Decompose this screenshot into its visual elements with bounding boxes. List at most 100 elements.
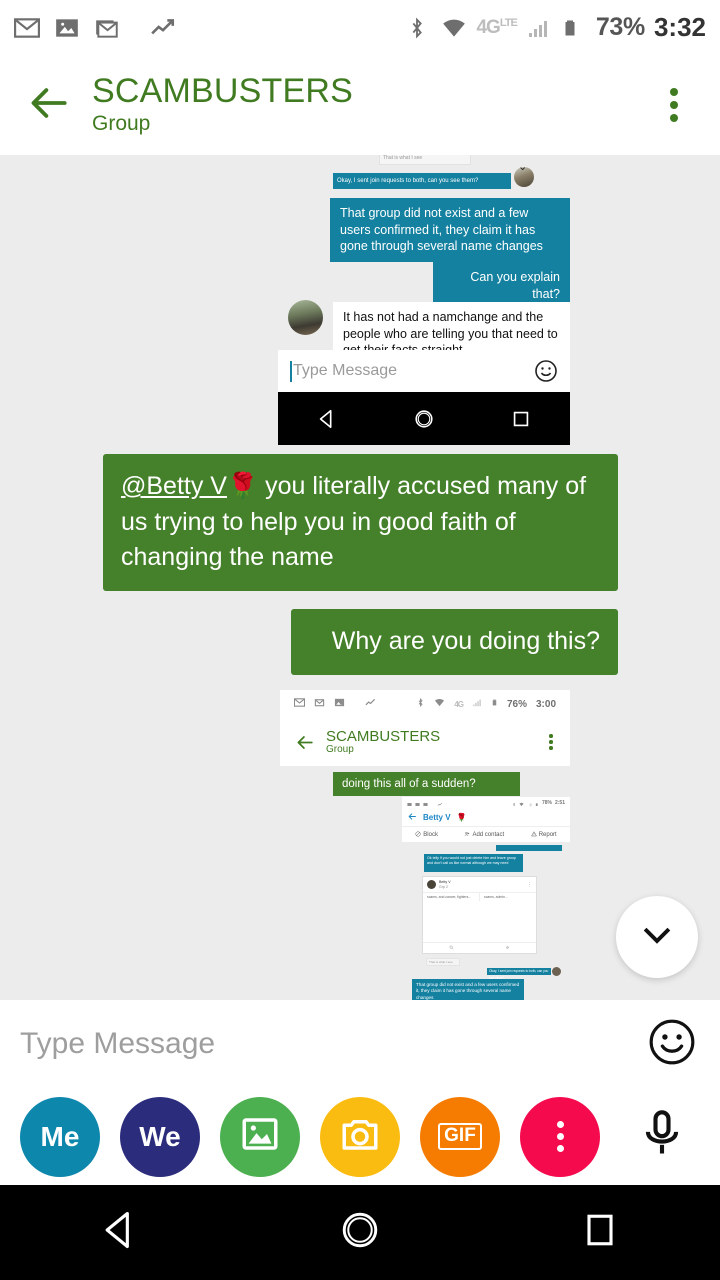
emoji-smiley-icon xyxy=(534,359,558,383)
more-button[interactable] xyxy=(520,1096,600,1177)
scroll-to-bottom-button[interactable] xyxy=(616,896,698,978)
embedded-screenshot-2[interactable]: 4G 76% 3:00 SCAMBUSTERS Group doing this… xyxy=(280,690,570,1000)
bluetooth-icon xyxy=(512,797,516,812)
composer-action-bar: Me We GIF xyxy=(0,1088,720,1185)
settings-icon xyxy=(505,945,510,952)
arrow-back-icon xyxy=(290,733,320,752)
chevron-down-icon xyxy=(639,917,675,958)
status-bar-right-icons: 4G LTE 73% 3:32 xyxy=(406,12,706,43)
block-label: Block xyxy=(423,831,438,838)
wifi-icon xyxy=(434,695,445,713)
back-triangle-icon xyxy=(316,408,338,430)
chat-message-list[interactable]: That is what I see Okay, I sent join req… xyxy=(0,155,720,1000)
embedded-screenshot-3: 78% 2:51 Betty V 🌹 Block Add contact Rep… xyxy=(402,797,570,1000)
embedded-3-battery-percent: 78% xyxy=(541,799,552,806)
clock: 3:32 xyxy=(653,12,706,42)
report-warning-icon xyxy=(530,830,537,839)
battery-icon xyxy=(491,695,498,713)
status-bar-center xyxy=(120,15,406,41)
signal-icon xyxy=(472,695,482,713)
avatar xyxy=(427,880,436,889)
message-input[interactable]: Type Message xyxy=(20,1027,644,1061)
more-vert-icon xyxy=(542,734,560,750)
status-bar-left-icons xyxy=(14,15,120,41)
add-contact-label: Add contact xyxy=(472,831,505,838)
embedded-1-avatar xyxy=(288,300,323,335)
trending-chart-icon xyxy=(431,797,443,812)
mention-link[interactable]: @Betty V xyxy=(121,472,227,500)
embedded-1-input-bar: Type Message xyxy=(278,350,570,392)
embedded-3-chat-body: Ok telly if you would not just delete hi… xyxy=(402,842,570,1000)
embedded-3-bubble-1: That group did not exist and a few users… xyxy=(412,979,524,1000)
signal-icon xyxy=(527,797,532,812)
embedded-3-contact-name: Betty V xyxy=(423,812,451,822)
status-bar: 4G LTE 73% 3:32 xyxy=(0,0,720,55)
message-composer: Type Message Me We GIF xyxy=(0,1000,720,1185)
embedded-2-subtitle: Group xyxy=(326,744,354,756)
message-input-row[interactable]: Type Message xyxy=(0,1000,720,1088)
microphone-button[interactable] xyxy=(630,1105,694,1169)
wifi-icon xyxy=(441,15,467,41)
embedded-3-clock: 2:51 xyxy=(554,799,565,806)
back-button[interactable] xyxy=(22,77,78,133)
report-action: Report xyxy=(530,830,557,839)
embedded-2-clock: 3:00 xyxy=(535,698,556,710)
embedded-3-card-col-left: scams, and cancer, fighters... xyxy=(423,893,480,901)
more-vert-icon xyxy=(556,1121,564,1152)
back-triangle-icon xyxy=(98,1211,142,1256)
image-icon xyxy=(239,1113,281,1160)
embedded-3-card-col-right: scams, admin... xyxy=(484,895,508,899)
embedded-1-top-row: That is what I see Okay, I sent join req… xyxy=(278,155,570,195)
me-button[interactable]: Me xyxy=(20,1096,100,1177)
recents-square-icon xyxy=(578,1214,622,1256)
nav-home-button[interactable] xyxy=(338,1208,382,1257)
embedded-3-card-sub: Grp 2 xyxy=(439,884,448,889)
overflow-menu-button[interactable] xyxy=(650,77,698,133)
embedded-1-tiny-blue-bubble: Okay, I sent join requests to both, can … xyxy=(333,173,511,189)
search-icon xyxy=(449,945,454,952)
embedded-3-card-header: Betty V Grp 2 ⋮ xyxy=(423,877,536,892)
photo-icon xyxy=(334,695,345,713)
me-text-icon: Me xyxy=(40,1120,80,1152)
gmail-icon xyxy=(423,797,428,812)
page-title: SCAMBUSTERS xyxy=(92,72,354,111)
embedded-3-avatar xyxy=(552,967,561,976)
embedded-2-title: SCAMBUSTERS xyxy=(326,727,441,745)
app-bar-titles[interactable]: SCAMBUSTERS Group xyxy=(78,72,650,136)
more-vert-icon: ⋮ xyxy=(527,881,532,888)
embedded-1-tiny-note: That is what I see xyxy=(379,155,471,165)
embedded-1-bubble-1: That group did not exist and a few users… xyxy=(330,198,570,262)
gif-button[interactable]: GIF xyxy=(420,1096,500,1177)
nav-recents-button[interactable] xyxy=(578,1208,622,1257)
app-bar: SCAMBUSTERS Group xyxy=(0,55,720,155)
camera-button[interactable] xyxy=(320,1096,400,1177)
gmail-icon xyxy=(293,695,306,713)
arrow-back-icon xyxy=(408,808,417,826)
home-circle-icon xyxy=(338,1212,382,1256)
signal-icon xyxy=(526,15,552,41)
bluetooth-icon xyxy=(406,15,432,41)
photo-icon xyxy=(54,15,80,41)
embedded-2-network-label: 4G xyxy=(454,699,464,709)
trending-chart-icon xyxy=(354,695,377,713)
emoji-button[interactable] xyxy=(644,1016,700,1072)
we-button[interactable]: We xyxy=(120,1096,200,1177)
microphone-icon xyxy=(636,1108,688,1165)
battery-percent: 73% xyxy=(595,13,645,41)
block-action: Block xyxy=(415,831,438,839)
we-text-icon: We xyxy=(139,1120,181,1152)
report-label: Report xyxy=(538,831,557,838)
embedded-3-tip-note: That is what I see xyxy=(426,958,460,966)
green-message-2[interactable]: Why are you doing this? xyxy=(291,609,618,675)
wifi-icon xyxy=(519,797,525,812)
recents-square-icon xyxy=(510,408,532,430)
embedded-screenshot-1[interactable]: That is what I see Okay, I sent join req… xyxy=(278,155,570,445)
embedded-1-tiny-avatar xyxy=(514,160,534,187)
gallery-button[interactable] xyxy=(220,1096,300,1177)
bluetooth-icon xyxy=(416,695,425,713)
green-message-1[interactable]: @Betty V🌹 you literally accused many of … xyxy=(103,454,618,591)
embedded-3-blue-note: Ok telly if you would not just delete hi… xyxy=(424,854,523,872)
nav-back-button[interactable] xyxy=(98,1208,142,1257)
embedded-3-card-columns: scams, and cancer, fighters... scams, ad… xyxy=(423,892,536,901)
camera-icon xyxy=(339,1113,381,1160)
